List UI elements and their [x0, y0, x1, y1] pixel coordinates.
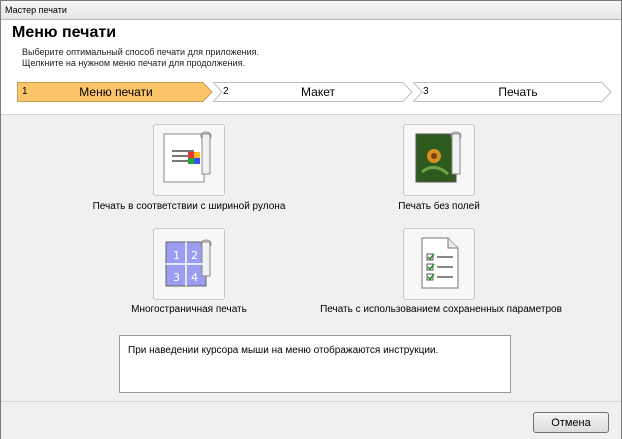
- page-title: Меню печати: [12, 24, 117, 41]
- svg-text:4: 4: [191, 271, 198, 284]
- menu-label-saved-settings[interactable]: Печать с использованием сохраненных пара…: [301, 304, 581, 315]
- menu-label-multipage[interactable]: Многостраничная печать: [109, 304, 269, 315]
- instructions-box: При наведении курсора мыши на меню отобр…: [119, 335, 511, 393]
- cancel-button[interactable]: Отмена: [533, 412, 609, 433]
- multipage-print-icon: 1 2 3 4: [165, 239, 212, 287]
- svg-text:2: 2: [191, 249, 198, 262]
- description-line-2: Щелкните на нужном меню печати для продо…: [22, 58, 246, 68]
- step-1-number: 1: [22, 86, 28, 97]
- header-panel: Меню печати Выберите оптимальный способ …: [1, 20, 621, 114]
- print-wizard-window: Мастер печати Меню печати Выберите оптим…: [0, 0, 622, 439]
- footer-bar: Отмена: [1, 401, 621, 439]
- window-title: Мастер печати: [1, 1, 621, 20]
- menu-label-roll-width[interactable]: Печать в соответствии с шириной рулона: [69, 201, 309, 212]
- menu-label-borderless[interactable]: Печать без полей: [379, 201, 499, 212]
- step-2-number: 2: [223, 86, 229, 97]
- step-2: 2 Макет: [213, 82, 413, 102]
- step-1: 1 Меню печати: [17, 82, 213, 102]
- svg-text:1: 1: [173, 249, 180, 262]
- menu-item-borderless[interactable]: [403, 124, 475, 196]
- step-2-label: Макет: [301, 85, 335, 99]
- menu-area: Печать в соответствии с шириной рулона П…: [1, 114, 621, 401]
- menu-item-roll-width[interactable]: [153, 124, 225, 196]
- menu-item-saved-settings[interactable]: [403, 228, 475, 300]
- step-3: 3 Печать: [413, 82, 611, 102]
- roll-width-print-icon: [163, 131, 212, 183]
- step-1-label: Меню печати: [79, 85, 153, 99]
- step-3-label: Печать: [498, 85, 538, 99]
- borderless-print-icon: [415, 131, 462, 183]
- saved-settings-print-icon: [421, 237, 459, 289]
- menu-item-multipage[interactable]: 1 2 3 4: [153, 228, 225, 300]
- step-indicator: 1 Меню печати 2 Макет 3 Печать: [17, 82, 612, 102]
- svg-text:3: 3: [173, 271, 180, 284]
- step-3-number: 3: [423, 86, 429, 97]
- description-line-1: Выберите оптимальный способ печати для п…: [22, 47, 260, 57]
